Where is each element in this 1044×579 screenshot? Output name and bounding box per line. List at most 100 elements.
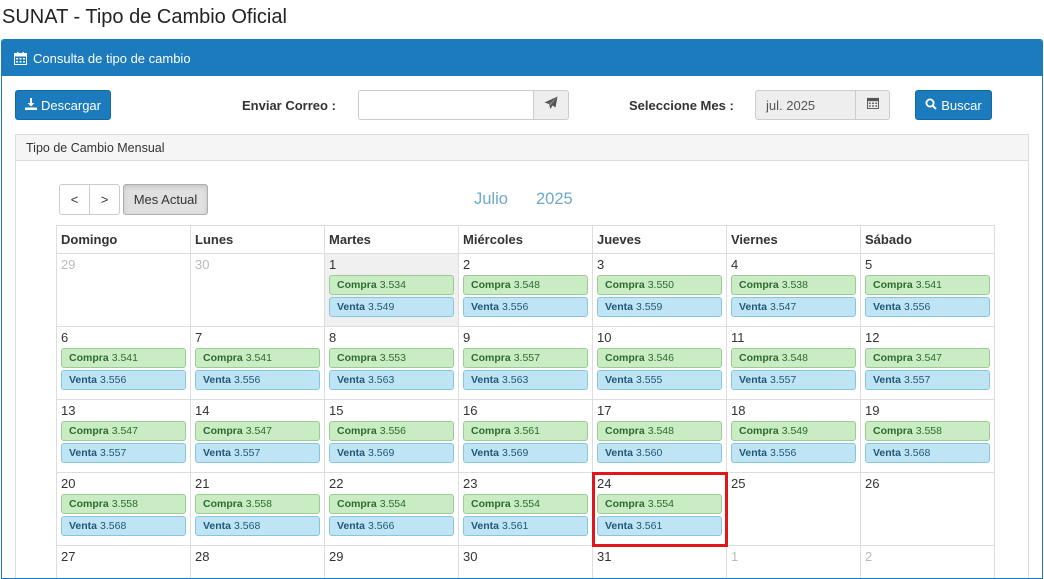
send-email-button[interactable] [534, 90, 569, 120]
day-number: 30 [195, 257, 320, 273]
calendar-day-cell[interactable]: 4Compra3.538Venta3.547 [727, 254, 861, 327]
venta-rate-event[interactable]: Venta3.557 [61, 443, 186, 463]
venta-rate-event[interactable]: Venta3.561 [463, 516, 588, 536]
compra-rate-event[interactable]: Compra3.554 [329, 494, 454, 514]
calendar-day-cell[interactable]: 12Compra3.547Venta3.557 [861, 327, 995, 400]
venta-rate-event[interactable]: Venta3.569 [463, 443, 588, 463]
calendar-day-cell[interactable]: 16Compra3.561Venta3.569 [459, 400, 593, 473]
prev-month-button[interactable]: < [59, 184, 90, 215]
compra-rate-event[interactable]: Compra3.541 [195, 348, 320, 368]
calendar-day-cell[interactable]: 10Compra3.546Venta3.555 [593, 327, 727, 400]
paper-plane-icon [544, 96, 558, 115]
calendar-day-cell[interactable]: 20Compra3.558Venta3.568 [57, 473, 191, 546]
calendar-month: Julio [474, 190, 508, 209]
compra-rate-event[interactable]: Compra3.554 [597, 494, 722, 514]
calendar-day-cell[interactable]: 15Compra3.556Venta3.569 [325, 400, 459, 473]
month-picker-button[interactable] [856, 90, 890, 120]
venta-rate-event[interactable]: Venta3.556 [463, 297, 588, 317]
calendar-day-cell[interactable]: 19Compra3.558Venta3.568 [861, 400, 995, 473]
compra-rate-event[interactable]: Compra3.558 [865, 421, 990, 441]
calendar-day-cell[interactable]: 26 [861, 473, 995, 546]
calendar-day-cell[interactable]: 2Compra3.548Venta3.556 [459, 254, 593, 327]
download-button[interactable]: Descargar [15, 90, 111, 120]
venta-rate-event[interactable]: Venta3.560 [597, 443, 722, 463]
calendar-day-cell[interactable]: 11Compra3.548Venta3.557 [727, 327, 861, 400]
compra-rate-event[interactable]: Compra3.558 [195, 494, 320, 514]
compra-rate-event[interactable]: Compra3.546 [597, 348, 722, 368]
compra-rate-event[interactable]: Compra3.547 [865, 348, 990, 368]
search-button[interactable]: Buscar [915, 90, 992, 120]
venta-rate-event[interactable]: Venta3.568 [865, 443, 990, 463]
calendar-day-cell[interactable]: 8Compra3.553Venta3.563 [325, 327, 459, 400]
venta-rate-event[interactable]: Venta3.568 [195, 516, 320, 536]
venta-rate-event[interactable]: Venta3.559 [597, 297, 722, 317]
compra-rate-event[interactable]: Compra3.549 [731, 421, 856, 441]
compra-rate-event[interactable]: Compra3.558 [61, 494, 186, 514]
compra-rate-event[interactable]: Compra3.548 [597, 421, 722, 441]
compra-rate-event[interactable]: Compra3.554 [463, 494, 588, 514]
compra-rate-event[interactable]: Compra3.547 [195, 421, 320, 441]
calendar-day-cell[interactable]: 29 [325, 546, 459, 579]
compra-rate-event[interactable]: Compra3.538 [731, 275, 856, 295]
compra-rate-event[interactable]: Compra3.561 [463, 421, 588, 441]
search-label: Buscar [941, 98, 981, 113]
venta-rate-event[interactable]: Venta3.555 [597, 370, 722, 390]
calendar-day-cell[interactable]: 30 [191, 254, 325, 327]
venta-rate-event[interactable]: Venta3.557 [865, 370, 990, 390]
compra-rate-event[interactable]: Compra3.534 [329, 275, 454, 295]
calendar-day-cell[interactable]: 7Compra3.541Venta3.556 [191, 327, 325, 400]
calendar-day-cell[interactable]: 5Compra3.541Venta3.556 [861, 254, 995, 327]
calendar-day-cell[interactable]: 14Compra3.547Venta3.557 [191, 400, 325, 473]
compra-rate-event[interactable]: Compra3.541 [865, 275, 990, 295]
calendar-day-cell[interactable]: 2 [861, 546, 995, 579]
venta-rate-event[interactable]: Venta3.557 [731, 370, 856, 390]
calendar-day-cell[interactable]: 27 [57, 546, 191, 579]
calendar-day-cell[interactable]: 22Compra3.554Venta3.566 [325, 473, 459, 546]
weekday-header: Lunes [191, 226, 325, 254]
current-month-button[interactable]: Mes Actual [123, 184, 208, 215]
compra-rate-event[interactable]: Compra3.548 [463, 275, 588, 295]
venta-rate-event[interactable]: Venta3.568 [61, 516, 186, 536]
venta-rate-event[interactable]: Venta3.556 [865, 297, 990, 317]
calendar-day-cell[interactable]: 29 [57, 254, 191, 327]
calendar-day-cell[interactable]: 28 [191, 546, 325, 579]
calendar-day-cell[interactable]: 13Compra3.547Venta3.557 [57, 400, 191, 473]
venta-rate-event[interactable]: Venta3.556 [195, 370, 320, 390]
compra-rate-event[interactable]: Compra3.541 [61, 348, 186, 368]
venta-rate-event[interactable]: Venta3.556 [731, 443, 856, 463]
venta-rate-event[interactable]: Venta3.549 [329, 297, 454, 317]
venta-rate-event[interactable]: Venta3.566 [329, 516, 454, 536]
calendar-day-cell[interactable]: 24Compra3.554Venta3.561 [593, 473, 727, 546]
calendar-day-cell[interactable]: 30 [459, 546, 593, 579]
email-input[interactable] [358, 90, 534, 120]
calendar-day-cell[interactable]: 23Compra3.554Venta3.561 [459, 473, 593, 546]
compra-rate-event[interactable]: Compra3.550 [597, 275, 722, 295]
calendar-day-cell[interactable]: 17Compra3.548Venta3.560 [593, 400, 727, 473]
venta-rate-event[interactable]: Venta3.557 [195, 443, 320, 463]
calendar-day-cell[interactable]: 25 [727, 473, 861, 546]
calendar-day-cell[interactable]: 9Compra3.557Venta3.563 [459, 327, 593, 400]
compra-rate-event[interactable]: Compra3.553 [329, 348, 454, 368]
venta-value: 3.557 [100, 447, 126, 459]
compra-rate-event[interactable]: Compra3.548 [731, 348, 856, 368]
venta-rate-event[interactable]: Venta3.563 [463, 370, 588, 390]
venta-rate-event[interactable]: Venta3.563 [329, 370, 454, 390]
next-month-button[interactable]: > [90, 184, 120, 215]
venta-rate-event[interactable]: Venta3.547 [731, 297, 856, 317]
venta-rate-event[interactable]: Venta3.556 [61, 370, 186, 390]
calendar-day-cell[interactable]: 1Compra3.534Venta3.549 [325, 254, 459, 327]
calendar-day-cell[interactable]: 1 [727, 546, 861, 579]
venta-value: 3.569 [368, 447, 394, 459]
compra-rate-event[interactable]: Compra3.556 [329, 421, 454, 441]
calendar-day-cell[interactable]: 3Compra3.550Venta3.559 [593, 254, 727, 327]
calendar-day-cell[interactable]: 21Compra3.558Venta3.568 [191, 473, 325, 546]
calendar-day-cell[interactable]: 6Compra3.541Venta3.556 [57, 327, 191, 400]
month-input[interactable] [755, 90, 856, 120]
venta-rate-event[interactable]: Venta3.561 [597, 516, 722, 536]
compra-label: Compra [739, 279, 779, 291]
venta-rate-event[interactable]: Venta3.569 [329, 443, 454, 463]
calendar-day-cell[interactable]: 18Compra3.549Venta3.556 [727, 400, 861, 473]
compra-rate-event[interactable]: Compra3.547 [61, 421, 186, 441]
compra-rate-event[interactable]: Compra3.557 [463, 348, 588, 368]
calendar-day-cell[interactable]: 31 [593, 546, 727, 579]
